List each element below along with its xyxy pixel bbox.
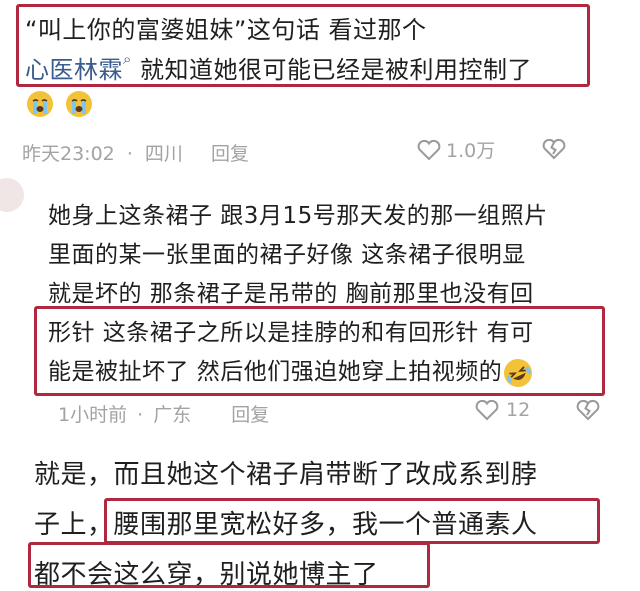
highlight-box-3a bbox=[104, 498, 600, 544]
dislike-button[interactable] bbox=[574, 398, 602, 422]
comment-2-meta: 1小时前 · 广东 回复 bbox=[58, 404, 270, 426]
comment-1-like-button[interactable]: 1.0万 bbox=[416, 136, 495, 163]
heart-icon bbox=[416, 138, 442, 162]
comment-2-line-2: 里面的某一张里面的裙子好像 这条裙子很明显 bbox=[48, 242, 526, 268]
comment-2-line-1: 她身上这条裙子 跟3月15号那天发的那一组照片 bbox=[48, 203, 548, 229]
comment-2-time: 1小时前 bbox=[58, 404, 128, 426]
heart-icon bbox=[474, 398, 500, 422]
comment-2-like-count: 12 bbox=[506, 399, 531, 421]
broken-heart-icon bbox=[542, 138, 566, 160]
comment-2-line-3: 就是坏的 那条裙子是吊带的 胸前那里也没有回 bbox=[48, 281, 534, 307]
comment-1-like-count: 1.0万 bbox=[446, 140, 496, 162]
dislike-button[interactable] bbox=[540, 137, 568, 161]
highlight-box-1 bbox=[16, 4, 590, 87]
avatar[interactable] bbox=[0, 178, 24, 212]
broken-heart-icon bbox=[576, 399, 600, 421]
highlight-box-2 bbox=[34, 306, 605, 396]
crying-face-icon bbox=[66, 91, 93, 117]
comment-1-meta: 昨天23:02 · 四川 回复 bbox=[22, 143, 249, 165]
comment-2-like-button[interactable]: 12 bbox=[474, 398, 530, 422]
comment-1-reply-button[interactable]: 回复 bbox=[211, 143, 249, 165]
comment-3-line-1: 就是，而且她这个裙子肩带断了改成系到脖 bbox=[34, 460, 538, 490]
comment-2-location: 广东 bbox=[153, 404, 192, 426]
comment-1-location: 四川 bbox=[144, 143, 183, 165]
comment-3: 就是，而且她这个裙子肩带断了改成系到脖 子上，腰围那里宽松好多，我一个普通素人 … bbox=[0, 434, 640, 590]
comment-1-time: 昨天23:02 bbox=[22, 143, 115, 165]
emoji-row bbox=[27, 91, 93, 117]
crying-face-icon bbox=[27, 91, 53, 117]
comment-2-reply-button[interactable]: 回复 bbox=[231, 404, 269, 426]
highlight-box-3b bbox=[28, 542, 430, 588]
comment-2: 她身上这条裙子 跟3月15号那天发的那一组照片 里面的某一张里面的裙子好像 这条… bbox=[0, 172, 640, 434]
comment-1: “叫上你的富婆姐妹”这句话 看过那个 心医林霖⌕ 就知道她很可能已经是被利用控制… bbox=[0, 0, 640, 172]
